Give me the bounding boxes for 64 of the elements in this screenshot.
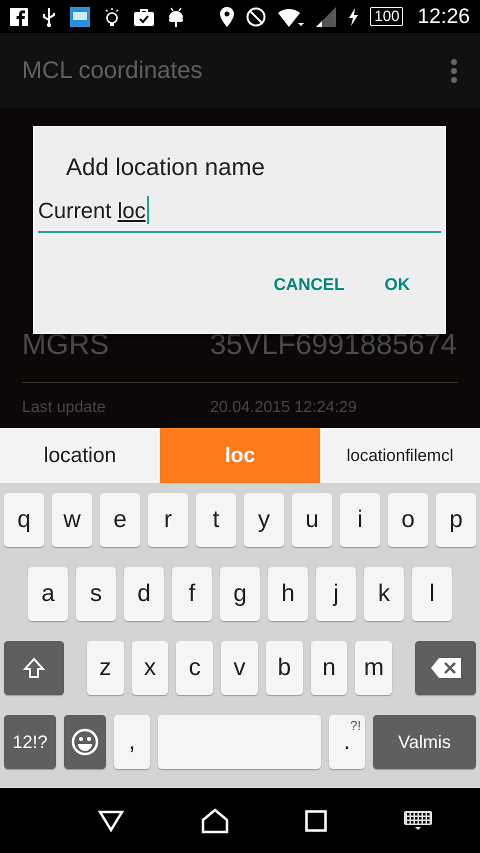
ok-button[interactable]: OK [368,269,426,301]
key[interactable]: ?! . [329,715,365,769]
facebook-icon [10,8,28,26]
key[interactable]: v [221,641,258,695]
key[interactable]: c [176,641,214,695]
app-title: MCL coordinates [22,56,203,84]
charging-icon [348,8,358,26]
cancel-button[interactable]: CANCEL [258,269,360,301]
key[interactable]: l [412,567,452,621]
bulb-icon [104,6,120,26]
android-icon [168,6,184,26]
input-field[interactable]: Current loc [38,194,441,233]
key[interactable]: x [132,641,168,695]
key[interactable]: s [76,567,116,621]
coordinate-label: MGRS [22,328,110,362]
symbols-key[interactable]: 12!? [4,715,56,769]
overflow-menu-icon[interactable] [450,58,458,82]
key[interactable]: a [28,567,68,621]
backspace-key[interactable] [415,641,476,695]
keyboard-icon[interactable] [404,810,432,830]
app-icon [70,6,90,26]
detail-value: 20.04.2015 12:24:29 [210,399,357,417]
key[interactable]: p [436,493,476,547]
key-hint: ?! [350,718,361,733]
backspace-icon [430,658,461,678]
emoji-icon [71,728,99,756]
key[interactable]: f [172,567,212,621]
key[interactable]: w [52,493,92,547]
key[interactable]: q [4,493,44,547]
key[interactable]: u [292,493,332,547]
briefcase-check-icon [134,8,154,26]
wifi-icon [278,6,304,26]
key[interactable]: z [86,641,124,695]
recents-icon[interactable] [305,810,328,832]
usb-icon [42,6,56,26]
key[interactable]: n [310,641,348,695]
key[interactable]: r [148,493,188,547]
key[interactable]: m [355,641,392,695]
key[interactable]: h [268,567,308,621]
back-icon[interactable] [98,810,124,832]
key[interactable]: i [340,493,380,547]
done-key[interactable]: Valmis [373,715,476,769]
key[interactable]: d [124,567,164,621]
key[interactable]: o [388,493,428,547]
key[interactable]: t [196,493,236,547]
key[interactable]: k [364,567,404,621]
key[interactable]: g [220,567,260,621]
battery-level: 100 [370,7,404,26]
emoji-key[interactable] [64,715,106,769]
key[interactable]: e [100,493,140,547]
dialog-title: Add location name [66,154,266,182]
shift-key[interactable] [4,641,64,695]
signal-icon [316,6,336,26]
shift-icon [22,657,45,679]
home-icon[interactable] [200,808,229,834]
clock: 12:26 [417,4,470,28]
key[interactable]: j [316,567,356,621]
key[interactable]: y [244,493,284,547]
key[interactable]: b [266,641,303,695]
do-not-disturb-icon [246,6,266,26]
key[interactable]: , [114,715,150,769]
location-pin-icon [220,6,234,26]
coordinate-value: 35VLF6991885674 [210,328,457,362]
detail-label: Last update [22,399,107,417]
